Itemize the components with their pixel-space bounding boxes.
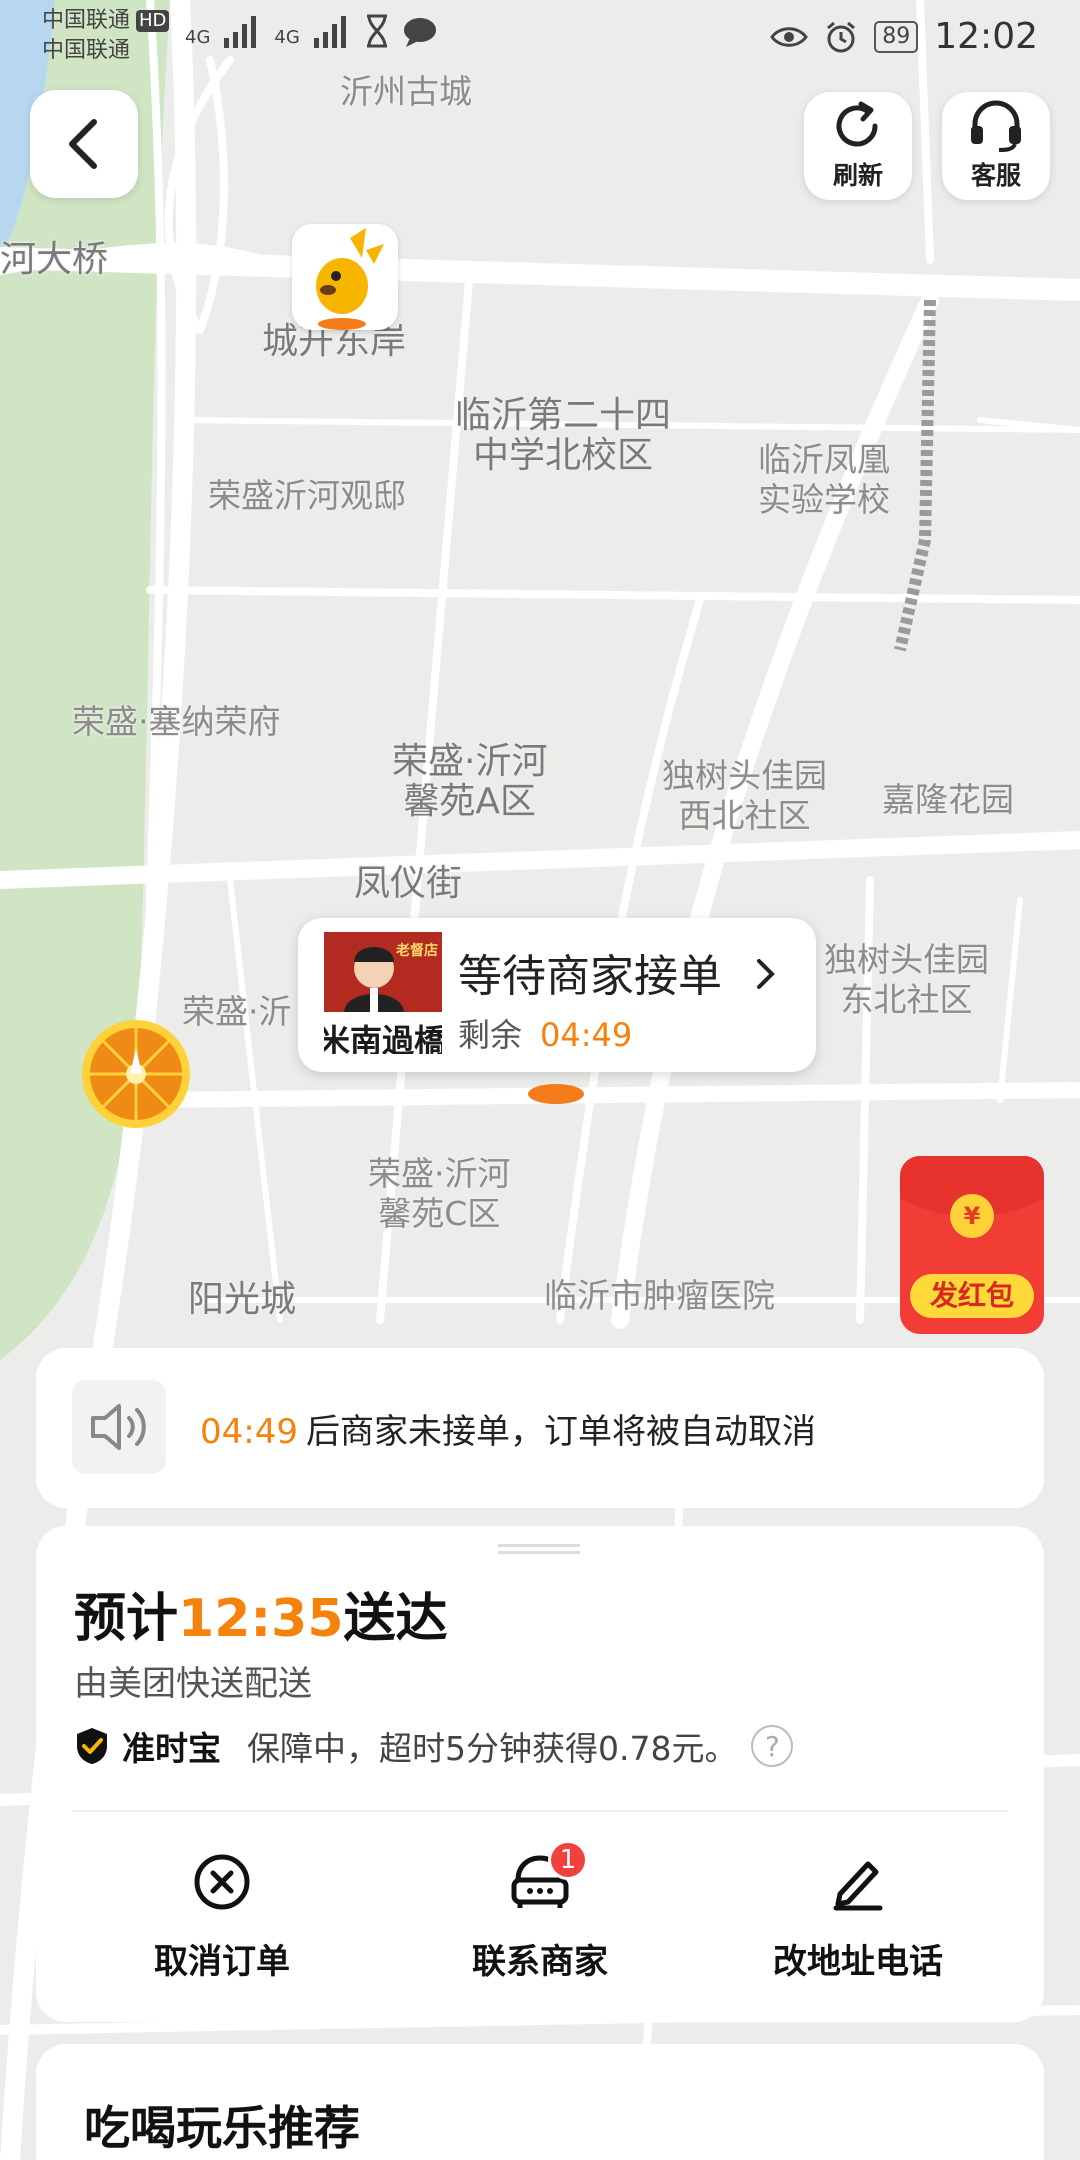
- order-status-text: 等待商家接单: [458, 951, 722, 1002]
- refresh-label: 刷新: [832, 161, 883, 190]
- signal-icon: [224, 16, 257, 48]
- recommend-section: 吃喝玩乐推荐: [36, 2044, 1044, 2160]
- map-label: 独树头佳园 东北社区: [824, 940, 989, 1019]
- eta-prefix: 预计: [74, 1589, 179, 1649]
- drag-handle[interactable]: [498, 1544, 580, 1554]
- close-circle-icon: [194, 1854, 250, 1910]
- unread-badge: 1: [548, 1840, 588, 1880]
- remaining-time: 剩余 04:49: [458, 1010, 632, 1056]
- delivery-carrier: 由美团快送配送: [74, 1664, 312, 1704]
- auto-cancel-notice: 04:49 后商家未接单，订单将被自动取消: [36, 1348, 1044, 1508]
- cancel-order-button[interactable]: 取消订单: [72, 1852, 372, 1983]
- edit-address-phone-button[interactable]: 改地址电话: [708, 1852, 1008, 1983]
- remaining-countdown: 04:49: [540, 1016, 633, 1054]
- network-type: 4G: [274, 27, 300, 48]
- guarantee-text: 保障中，超时5分钟获得0.78元。: [247, 1729, 738, 1768]
- map-label: 临沂市肿瘤医院: [544, 1276, 775, 1315]
- lucky-wheel-button[interactable]: [80, 1018, 192, 1130]
- contact-merchant-button[interactable]: 1 联系商家: [390, 1840, 690, 1983]
- recommend-title: 吃喝玩乐推荐: [84, 2101, 360, 2155]
- pencil-icon: [833, 1861, 883, 1911]
- map-label: 阳光城: [188, 1279, 297, 1320]
- map-label: 临沂凤凰 实验学校: [758, 440, 890, 519]
- clock: 12:02: [934, 16, 1038, 57]
- message-icon: [403, 18, 436, 47]
- network-type: 4G: [185, 27, 211, 48]
- merchant-status-popup[interactable]: 老督店 米南過橋 等待商家接单 剩余 04:49: [298, 918, 816, 1072]
- battery-indicator: 89: [874, 20, 919, 53]
- red-packet-label: 发红包: [910, 1274, 1034, 1318]
- rider-marker[interactable]: [292, 224, 398, 330]
- notice-countdown: 04:49: [200, 1412, 298, 1452]
- status-right: 89 12:02: [770, 16, 1038, 57]
- map-label: 临沂第二十四 中学北校区: [455, 395, 672, 476]
- carrier-name: 中国联通: [42, 8, 131, 33]
- notice-text: 后商家未接单，订单将被自动取消: [305, 1412, 816, 1452]
- map-label: 荣盛·沂河 馨苑A区: [392, 741, 548, 822]
- map-label: 荣盛·沂: [182, 992, 292, 1031]
- refresh-button[interactable]: 刷新: [804, 92, 912, 200]
- map-label: 凤仪街: [354, 863, 463, 904]
- shield-check-icon: [77, 1728, 107, 1764]
- map-label: 沂州古城: [340, 72, 472, 111]
- carrier-info: 中国联通 HD 中国联通: [42, 6, 170, 66]
- eye-icon: [770, 26, 809, 47]
- wheel-icon: [82, 1020, 190, 1128]
- eta-time: 12:35: [178, 1589, 344, 1649]
- order-status: 等待商家接单: [458, 940, 778, 1004]
- speaker-icon: [72, 1380, 166, 1474]
- hd-badge: HD: [136, 10, 170, 32]
- refresh-icon: [836, 101, 878, 147]
- eta: 预计12:35送达: [74, 1576, 448, 1651]
- help-icon[interactable]: ?: [751, 1725, 794, 1767]
- signal-icon: [313, 16, 346, 48]
- alarm-icon: [827, 21, 856, 52]
- map-label: 河大桥: [0, 239, 109, 280]
- hourglass-icon: [366, 14, 387, 48]
- on-time-guarantee: 准时宝 保障中，超时5分钟获得0.78元。 ?: [74, 1722, 794, 1770]
- chevron-left-icon: [69, 119, 97, 169]
- map-label: 嘉隆花园: [882, 780, 1014, 819]
- merchant-badge-text: 老督店: [396, 943, 438, 959]
- contact-merchant-label: 联系商家: [472, 1942, 608, 1982]
- map-label: 荣盛·沂河 馨苑C区: [368, 1154, 511, 1233]
- merchant-sign-text: 米南過橋: [324, 1022, 442, 1054]
- edit-address-label: 改地址电话: [773, 1942, 943, 1982]
- chevron-right-icon: [757, 959, 775, 989]
- kangaroo-icon: [316, 228, 384, 330]
- cancel-order-label: 取消订单: [154, 1942, 290, 1982]
- delivery-card: 预计12:35送达 由美团快送配送 准时宝 保障中，超时5分钟获得0.78元。 …: [36, 1526, 1044, 2022]
- headset-icon: [971, 100, 1021, 152]
- customer-service-button[interactable]: 客服: [942, 92, 1050, 200]
- service-label: 客服: [970, 161, 1021, 190]
- divider: [72, 1810, 1008, 1812]
- guarantee-name: 准时宝: [122, 1729, 221, 1768]
- merchant-location-marker: [528, 1084, 584, 1104]
- map-label: 独树头佳园 西北社区: [662, 756, 827, 835]
- send-red-packet-button[interactable]: ¥ 发红包: [900, 1156, 1044, 1334]
- notice-message: 04:49 后商家未接单，订单将被自动取消: [200, 1404, 816, 1453]
- merchant-logo: 老督店 米南過橋: [324, 932, 442, 1054]
- coin-icon: ¥: [950, 1194, 994, 1238]
- carrier-name: 中国联通: [42, 38, 131, 63]
- back-button[interactable]: [30, 90, 138, 198]
- signal-icons: 4G 4G: [185, 14, 438, 48]
- map-label: 荣盛沂河观邸: [208, 476, 406, 515]
- remaining-label: 剩余: [458, 1016, 523, 1054]
- eta-suffix: 送达: [343, 1589, 448, 1649]
- map-label: 荣盛·塞纳荣府: [72, 702, 281, 741]
